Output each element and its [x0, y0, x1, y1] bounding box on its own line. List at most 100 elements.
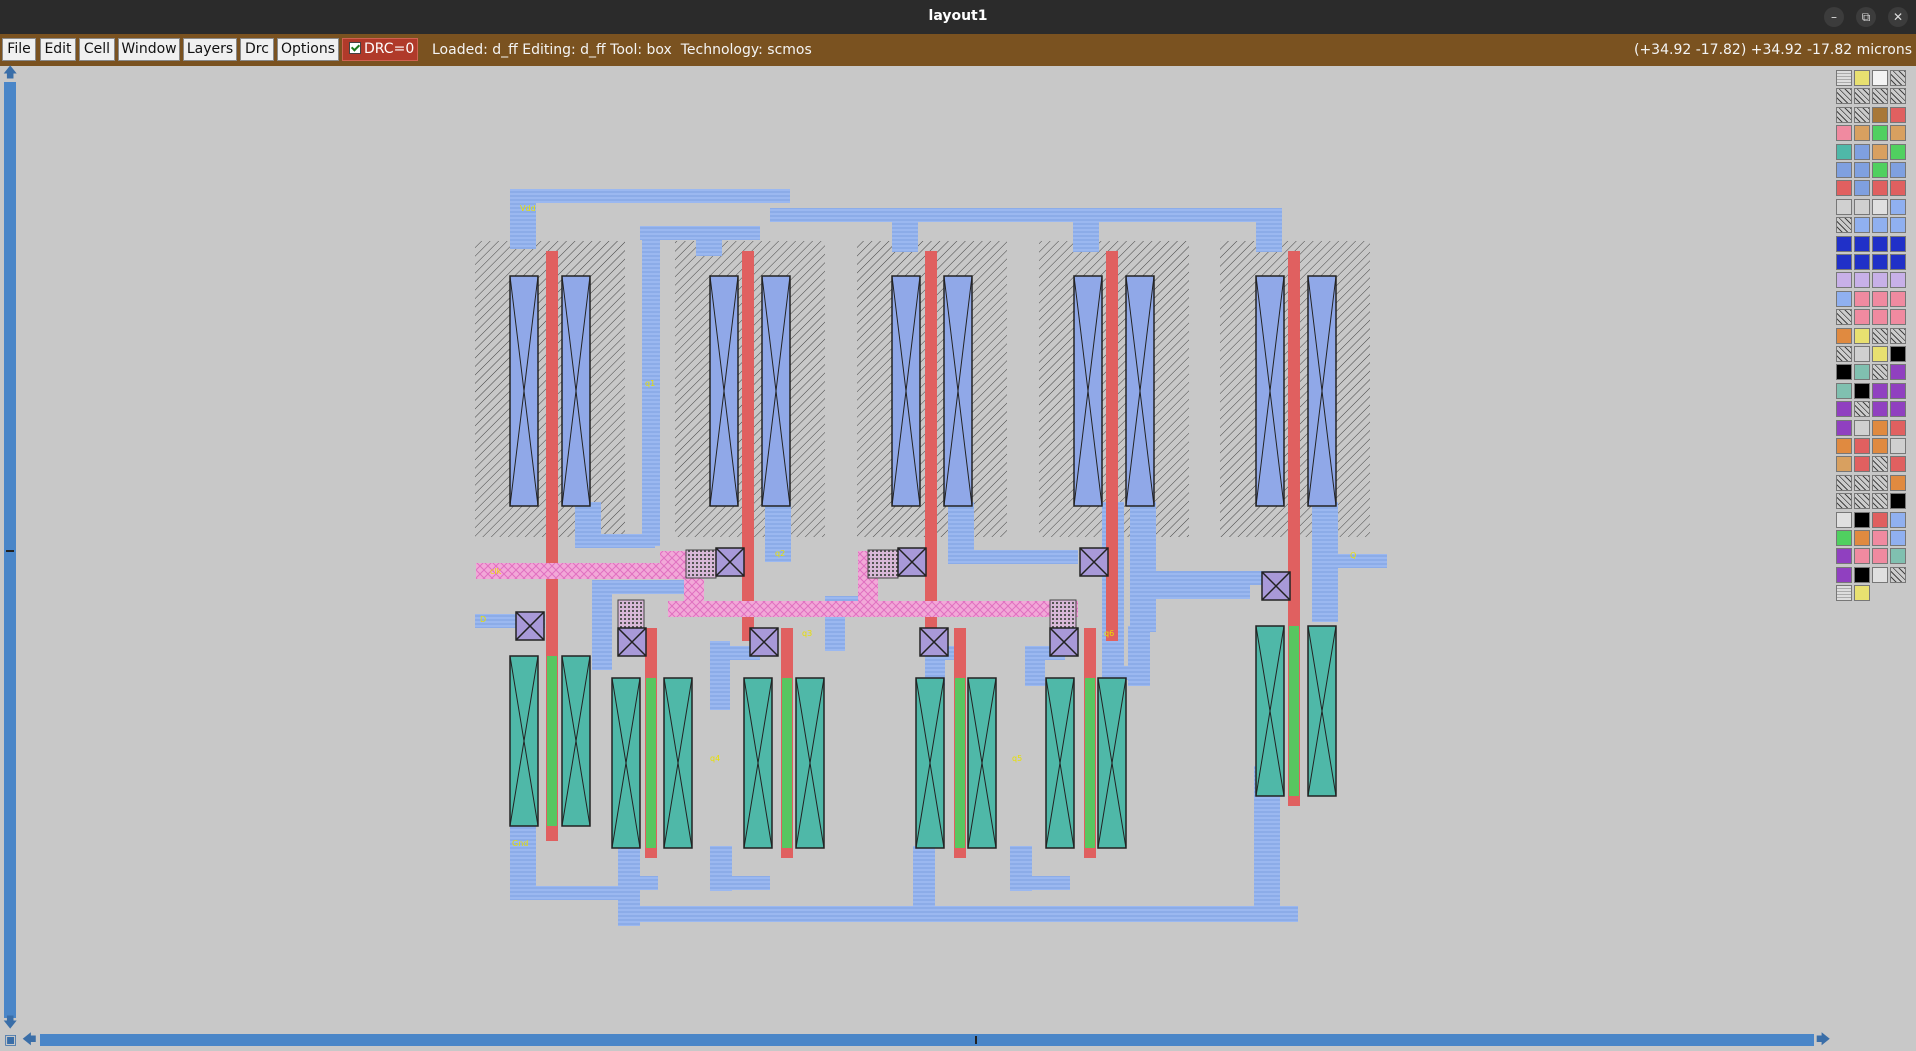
- layer-swatch-navy[interactable]: [1836, 254, 1852, 270]
- layer-swatch-green[interactable]: [1836, 530, 1852, 546]
- layer-swatch-brown[interactable]: [1872, 106, 1888, 123]
- layer-swatch-pink[interactable]: [1854, 290, 1870, 307]
- layer-swatch-purple[interactable]: [1872, 401, 1888, 418]
- layer-swatch-purple[interactable]: [1836, 548, 1852, 565]
- layer-swatch-grid[interactable]: [1836, 70, 1852, 86]
- layer-swatch-pink[interactable]: [1872, 309, 1888, 326]
- layer-swatch-teal[interactable]: [1836, 382, 1852, 399]
- layer-swatch-purple[interactable]: [1890, 364, 1906, 381]
- layer-swatch-hatch[interactable]: [1836, 346, 1852, 362]
- vertical-scroll-thumb[interactable]: [6, 550, 14, 552]
- layer-swatch-red[interactable]: [1872, 511, 1888, 528]
- layer-swatch-gray[interactable]: [1854, 419, 1870, 436]
- layer-swatch-red[interactable]: [1872, 180, 1888, 197]
- layer-swatch-black[interactable]: [1854, 511, 1870, 528]
- layer-swatch-blue[interactable]: [1854, 217, 1870, 234]
- layer-swatch-lavender[interactable]: [1872, 272, 1888, 289]
- layer-swatch-red[interactable]: [1890, 180, 1906, 197]
- layer-swatch-hatch[interactable]: [1890, 88, 1906, 105]
- layer-swatch-hatch[interactable]: [1872, 364, 1888, 381]
- layer-swatch-black-x[interactable]: [1872, 198, 1888, 215]
- layer-swatch-teal[interactable]: [1854, 364, 1870, 381]
- layer-swatch-gray[interactable]: [1854, 346, 1870, 362]
- layer-swatch-lavender[interactable]: [1836, 272, 1852, 289]
- restore-icon[interactable]: ⧉: [1856, 7, 1876, 27]
- minimize-icon[interactable]: –: [1824, 7, 1844, 27]
- layer-swatch-purple[interactable]: [1836, 566, 1852, 583]
- layer-swatch-gray[interactable]: [1854, 198, 1870, 215]
- layer-swatch-blue[interactable]: [1890, 511, 1906, 528]
- layer-swatch-purple[interactable]: [1836, 419, 1852, 436]
- close-icon[interactable]: ✕: [1888, 7, 1908, 27]
- layer-swatch-tan[interactable]: [1890, 125, 1906, 142]
- layer-palette[interactable]: [1832, 66, 1916, 1051]
- layer-swatch-grid[interactable]: [1836, 585, 1852, 602]
- layer-swatch-hatch[interactable]: [1854, 401, 1870, 418]
- layer-swatch-hatch[interactable]: [1854, 493, 1870, 510]
- layer-swatch-navy[interactable]: [1890, 235, 1906, 252]
- layer-swatch-hatch[interactable]: [1872, 493, 1888, 510]
- layer-swatch-black-x[interactable]: [1872, 566, 1888, 583]
- layout-canvas[interactable]: Vdd clk D q1 q2 q3 q4 q5 q6 Q Gnd: [20, 66, 1832, 1030]
- layer-swatch-yellow[interactable]: [1854, 70, 1870, 86]
- layer-swatch-blue[interactable]: [1836, 290, 1852, 307]
- menu-cell[interactable]: Cell: [79, 38, 115, 61]
- layer-swatch-hatch[interactable]: [1890, 566, 1906, 583]
- layer-swatch-orange[interactable]: [1854, 530, 1870, 546]
- layer-swatch-hatch[interactable]: [1872, 88, 1888, 105]
- menu-layers[interactable]: Layers: [183, 38, 237, 61]
- layer-swatch-orange[interactable]: [1836, 438, 1852, 454]
- horizontal-scrollbar[interactable]: ▣ 🡄 🡆: [0, 1030, 1832, 1051]
- scroll-corner-icon[interactable]: ▣: [4, 1033, 17, 1047]
- layer-swatch-orange[interactable]: [1872, 438, 1888, 454]
- layer-swatch-hatch[interactable]: [1872, 327, 1888, 344]
- layer-swatch-yellow[interactable]: [1854, 585, 1870, 602]
- layer-swatch-red[interactable]: [1890, 419, 1906, 436]
- layer-swatch-red[interactable]: [1854, 456, 1870, 473]
- vertical-scrollbar[interactable]: 🡅 🡇: [0, 66, 20, 1030]
- layer-swatch-hatch[interactable]: [1854, 88, 1870, 105]
- layer-swatch-tan[interactable]: [1854, 125, 1870, 142]
- layer-swatch-navy[interactable]: [1854, 254, 1870, 270]
- layer-swatch-orange[interactable]: [1890, 474, 1906, 491]
- layer-swatch-white[interactable]: [1872, 70, 1888, 86]
- layer-swatch-hatch[interactable]: [1836, 106, 1852, 123]
- layer-swatch-hatch[interactable]: [1836, 88, 1852, 105]
- layer-swatch-black[interactable]: [1836, 364, 1852, 381]
- layer-swatch-gray[interactable]: [1890, 438, 1906, 454]
- layer-swatch-yellow[interactable]: [1872, 346, 1888, 362]
- layer-swatch-black-x[interactable]: [1836, 511, 1852, 528]
- layer-swatch-navy[interactable]: [1890, 254, 1906, 270]
- layer-swatch-navy[interactable]: [1836, 235, 1852, 252]
- layer-swatch-hatch[interactable]: [1872, 474, 1888, 491]
- layer-swatch-black[interactable]: [1890, 346, 1906, 362]
- layer-swatch-green[interactable]: [1872, 162, 1888, 178]
- layer-swatch-navy[interactable]: [1872, 235, 1888, 252]
- layer-swatch-hatch[interactable]: [1836, 474, 1852, 491]
- layer-swatch-pink[interactable]: [1836, 125, 1852, 142]
- layer-swatch-blue-x[interactable]: [1854, 143, 1870, 160]
- layer-swatch-red[interactable]: [1890, 456, 1906, 473]
- horizontal-scroll-track[interactable]: [40, 1034, 1814, 1046]
- layer-swatch-blue-x[interactable]: [1854, 180, 1870, 197]
- layer-swatch-orange[interactable]: [1836, 327, 1852, 344]
- layer-swatch-hatch[interactable]: [1836, 217, 1852, 234]
- layer-swatch-navy[interactable]: [1872, 254, 1888, 270]
- layer-swatch-red[interactable]: [1836, 180, 1852, 197]
- layer-swatch-red[interactable]: [1854, 438, 1870, 454]
- layer-swatch-pink[interactable]: [1890, 309, 1906, 326]
- scroll-right-icon[interactable]: 🡆: [1816, 1033, 1830, 1047]
- layer-swatch-hatch[interactable]: [1890, 70, 1906, 86]
- layer-swatch-blue-x[interactable]: [1836, 162, 1852, 178]
- layer-swatch-green[interactable]: [1872, 125, 1888, 142]
- layer-swatch-hatch[interactable]: [1836, 493, 1852, 510]
- layer-swatch-lavender[interactable]: [1854, 272, 1870, 289]
- horizontal-scroll-thumb[interactable]: [975, 1036, 977, 1044]
- scroll-left-icon[interactable]: 🡄: [22, 1033, 36, 1047]
- layer-swatch-pink[interactable]: [1890, 290, 1906, 307]
- layer-swatch-lavender[interactable]: [1890, 272, 1906, 289]
- layer-swatch-purple[interactable]: [1890, 401, 1906, 418]
- layer-swatch-pink[interactable]: [1872, 548, 1888, 565]
- layer-swatch-purple[interactable]: [1890, 382, 1906, 399]
- layer-swatch-blue-x[interactable]: [1854, 162, 1870, 178]
